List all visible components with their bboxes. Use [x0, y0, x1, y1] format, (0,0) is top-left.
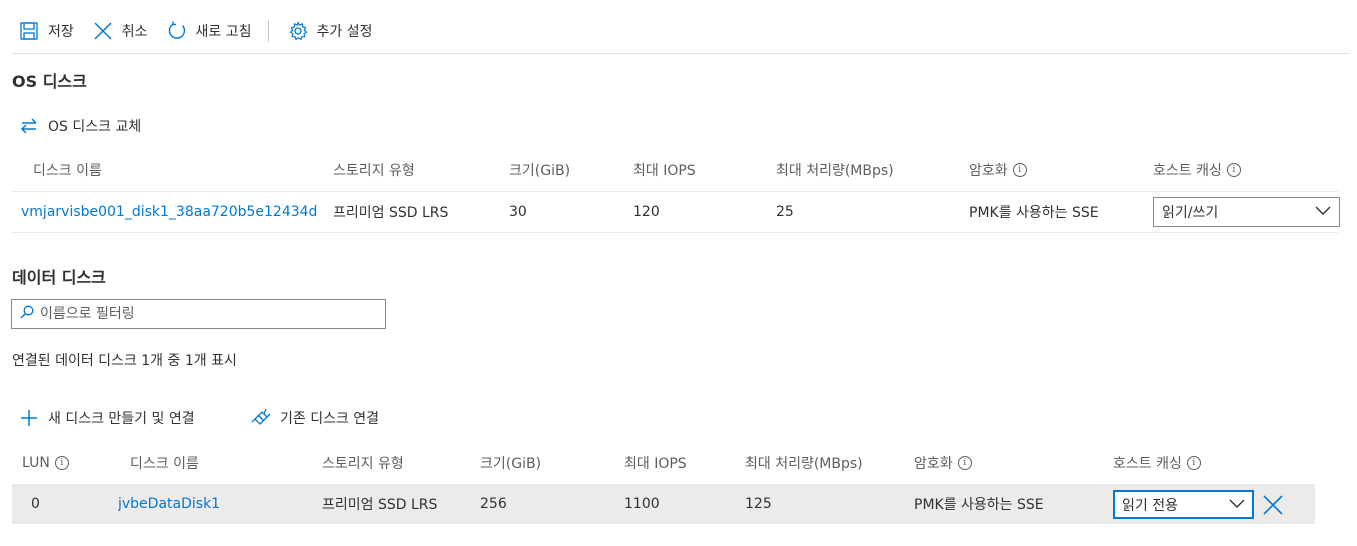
info-icon[interactable]: i	[54, 456, 69, 470]
command-bar: 저장 취소 새로 고침 추가 설정	[12, 12, 1350, 50]
data-disk-throughput: 125	[745, 496, 772, 512]
col-encryption-label: 암호화	[969, 163, 1008, 179]
filter-by-name-input[interactable]	[40, 306, 370, 322]
gear-icon	[287, 20, 309, 42]
col-encryption-label: 암호화	[914, 456, 953, 472]
info-icon[interactable]: i	[1012, 163, 1027, 177]
toolbar-divider-line	[12, 53, 1350, 54]
swap-os-disk-button[interactable]: OS 디스크 교체	[18, 115, 141, 137]
cancel-button[interactable]: 취소	[86, 15, 154, 47]
col-lun: LUN i	[22, 443, 69, 483]
additional-settings-label: 추가 설정	[316, 24, 373, 40]
os-disk-encryption: PMK를 사용하는 SSE	[969, 205, 1099, 221]
chevron-down-icon	[1315, 204, 1331, 220]
os-disk-heading: OS 디스크	[12, 72, 87, 91]
info-icon[interactable]: i	[1226, 163, 1241, 177]
col-disk-name: 디스크 이름	[33, 163, 102, 179]
data-disk-storage-type: 프리미엄 SSD LRS	[322, 497, 438, 513]
os-disk-throughput: 25	[776, 204, 794, 220]
col-lun-label: LUN	[22, 455, 50, 471]
info-icon[interactable]: i	[957, 456, 972, 470]
refresh-button[interactable]: 새로 고침	[160, 15, 258, 47]
link-icon	[250, 407, 272, 429]
os-disk-storage-type: 프리미엄 SSD LRS	[333, 205, 449, 221]
col-disk-name: 디스크 이름	[130, 456, 199, 472]
col-max-iops: 최대 IOPS	[633, 163, 696, 179]
swap-os-disk-label: OS 디스크 교체	[48, 119, 142, 135]
table-row: vmjarvisbe001_disk1_38aa720b5e12434d 프리미…	[12, 192, 1338, 232]
row-divider	[12, 232, 1338, 233]
save-button[interactable]: 저장	[12, 15, 80, 47]
os-disk-size: 30	[509, 204, 527, 220]
create-and-attach-disk-label: 새 디스크 만들기 및 연결	[48, 411, 195, 427]
data-disk-name-link[interactable]: jvbeDataDisk1	[118, 484, 220, 524]
close-icon	[92, 20, 114, 42]
toolbar-divider	[267, 20, 269, 42]
swap-icon	[18, 115, 40, 137]
col-host-caching-label: 호스트 캐싱	[1113, 456, 1182, 472]
col-storage-type: 스토리지 유형	[322, 456, 404, 472]
disk-count-text: 연결된 데이터 디스크 1개 중 1개 표시	[12, 353, 237, 369]
os-disk-host-caching-dropdown[interactable]: 읽기/쓰기	[1153, 197, 1340, 227]
close-icon	[1262, 495, 1284, 520]
detach-disk-button[interactable]	[1262, 494, 1284, 516]
col-max-iops: 최대 IOPS	[624, 456, 687, 472]
col-host-caching-label: 호스트 캐싱	[1153, 163, 1222, 179]
os-disk-host-caching-value: 읽기/쓰기	[1162, 205, 1219, 221]
col-size: 크기(GiB)	[480, 456, 542, 472]
add-icon	[18, 407, 40, 429]
col-host-caching: 호스트 캐싱 i	[1113, 443, 1201, 483]
additional-settings-button[interactable]: 추가 설정	[281, 15, 379, 47]
info-icon[interactable]: i	[1186, 456, 1201, 470]
os-disk-iops: 120	[633, 204, 660, 220]
os-disk-table-header: 디스크 이름 스토리지 유형 크기(GiB) 최대 IOPS 최대 처리량(MB…	[12, 150, 1338, 190]
data-disk-table-header: LUN i 디스크 이름 스토리지 유형 크기(GiB) 최대 IOPS 최대 …	[12, 443, 1338, 483]
chevron-down-icon	[1229, 497, 1245, 513]
filter-by-name-box[interactable]	[11, 299, 386, 329]
create-and-attach-disk-button[interactable]: 새 디스크 만들기 및 연결	[18, 407, 195, 429]
data-disk-lun: 0	[31, 496, 40, 512]
data-disk-host-caching-value: 읽기 전용	[1122, 497, 1178, 514]
data-disk-host-caching-dropdown[interactable]: 읽기 전용	[1113, 490, 1254, 519]
col-storage-type: 스토리지 유형	[333, 163, 415, 179]
save-icon	[18, 20, 40, 42]
save-label: 저장	[48, 24, 74, 40]
attach-existing-disk-label: 기존 디스크 연결	[280, 411, 380, 427]
col-max-throughput: 최대 처리량(MBps)	[745, 456, 863, 472]
data-disk-iops: 1100	[624, 496, 660, 512]
os-disk-name-link[interactable]: vmjarvisbe001_disk1_38aa720b5e12434d	[21, 192, 317, 232]
refresh-label: 새로 고침	[195, 24, 252, 40]
col-max-throughput: 최대 처리량(MBps)	[776, 163, 894, 179]
col-encryption: 암호화 i	[914, 443, 972, 483]
col-encryption: 암호화 i	[969, 150, 1027, 190]
col-size: 크기(GiB)	[509, 163, 571, 179]
attach-existing-disk-button[interactable]: 기존 디스크 연결	[250, 407, 379, 429]
col-host-caching: 호스트 캐싱 i	[1153, 150, 1241, 190]
cancel-label: 취소	[121, 24, 148, 40]
refresh-icon	[166, 20, 188, 42]
search-icon	[20, 305, 34, 323]
data-disks-heading: 데이터 디스크	[12, 268, 106, 287]
data-disk-size: 256	[480, 496, 507, 512]
data-disk-encryption: PMK를 사용하는 SSE	[914, 497, 1044, 513]
